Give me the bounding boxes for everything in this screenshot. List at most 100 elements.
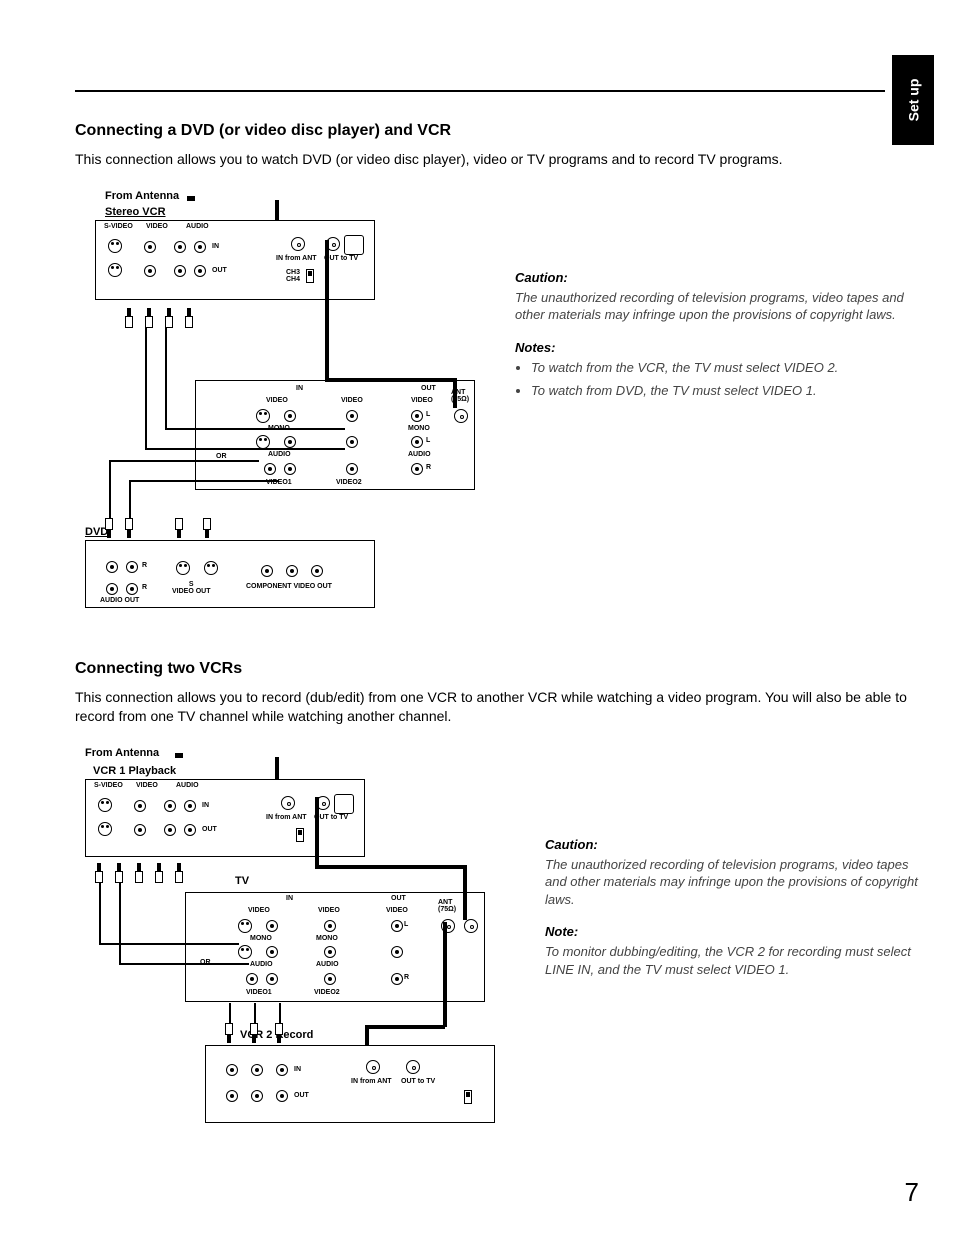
jack <box>346 436 358 448</box>
wire <box>119 963 249 965</box>
svideo-in <box>108 239 122 253</box>
lbl: OUT to TV <box>401 1078 435 1085</box>
jack <box>411 463 423 475</box>
lbl: AUDIO <box>316 961 339 968</box>
jack <box>324 946 336 958</box>
jack <box>264 463 276 475</box>
wire <box>254 1003 256 1023</box>
lbl-video: VIDEO <box>411 397 433 404</box>
jack <box>194 265 206 277</box>
notes-head: Notes: <box>515 340 924 355</box>
plug <box>125 518 133 538</box>
diagram-dvd-vcr: From Antenna Stereo VCR S-VIDEO VIDEO AU… <box>75 190 485 620</box>
top-rule <box>75 90 885 92</box>
note-item: To watch from the VCR, the TV must selec… <box>531 359 924 377</box>
jack <box>174 265 186 277</box>
wire <box>187 196 195 201</box>
jack <box>251 1064 263 1076</box>
caution-head: Caution: <box>515 270 924 285</box>
plug <box>225 1023 233 1043</box>
svid <box>98 798 112 812</box>
jack <box>261 565 273 577</box>
sw <box>464 1090 472 1104</box>
lbl-audio: AUDIO <box>268 451 291 458</box>
wire <box>275 757 279 779</box>
lbl: AUDIO <box>176 782 199 789</box>
sw <box>296 828 304 842</box>
lbl: OUT <box>294 1092 309 1099</box>
section1-title: Connecting a DVD (or video disc player) … <box>75 122 924 140</box>
plug <box>175 518 183 538</box>
jack <box>411 436 423 448</box>
page-number: 7 <box>905 1177 919 1208</box>
lbl: IN from ANT <box>351 1078 392 1085</box>
diagram-two-vcrs: From Antenna VCR 1 Playback S-VIDEO VIDE… <box>75 747 515 1147</box>
jack <box>284 463 296 475</box>
note-head2: Note: <box>545 924 924 939</box>
lbl-in: IN <box>296 385 303 392</box>
tv-svid1b <box>256 435 270 449</box>
jack <box>324 973 336 985</box>
jack <box>284 436 296 448</box>
lbl-ch34: CH3 CH4 <box>286 269 300 283</box>
jack <box>276 1064 288 1076</box>
wire <box>443 922 447 1027</box>
lbl: AUDIO <box>250 961 273 968</box>
wire <box>275 200 279 220</box>
jack <box>194 241 206 253</box>
note-item: To watch from DVD, the TV must select VI… <box>531 382 924 400</box>
wire <box>165 428 345 430</box>
section-tab-label: Set up <box>905 79 921 122</box>
plug <box>175 863 183 883</box>
lbl: VIDEO <box>248 907 270 914</box>
label-tv2: TV <box>235 875 249 887</box>
lbl-audio: AUDIO <box>408 451 431 458</box>
lbl: VIDEO2 <box>314 989 340 996</box>
lbl: IN <box>294 1066 301 1073</box>
jack <box>134 800 146 812</box>
section2-row: From Antenna VCR 1 Playback S-VIDEO VIDE… <box>75 747 924 1147</box>
tv-ant <box>454 409 468 423</box>
lbl-mono: MONO <box>408 425 430 432</box>
label-from-antenna2: From Antenna <box>85 747 159 759</box>
wire <box>325 378 455 382</box>
lbl-out: OUT <box>421 385 436 392</box>
wire <box>229 1003 231 1023</box>
lbl-l: L <box>426 411 430 418</box>
vcr-box: S-VIDEO VIDEO AUDIO IN OUT IN from ANT O… <box>95 220 375 300</box>
jack <box>251 1090 263 1102</box>
wire <box>129 480 131 518</box>
jack <box>144 265 156 277</box>
jack <box>184 824 196 836</box>
plug <box>203 518 211 538</box>
wire <box>365 1025 445 1029</box>
jack <box>311 565 323 577</box>
coax <box>464 919 478 933</box>
lbl-audioout: AUDIO OUT <box>100 597 139 604</box>
svid <box>238 919 252 933</box>
label-from-antenna: From Antenna <box>105 190 179 202</box>
jack <box>284 410 296 422</box>
plug <box>155 863 163 883</box>
jack <box>266 973 278 985</box>
lbl-infromant: IN from ANT <box>276 255 317 262</box>
lbl: OUT to TV <box>314 814 348 821</box>
lbl: OUT <box>202 826 217 833</box>
section2-notes: Caution: The unauthorized recording of t… <box>545 747 924 995</box>
lbl-l: L <box>426 437 430 444</box>
wire <box>463 865 467 920</box>
dvd-box: R R AUDIO OUT S VIDEO OUT COMPONENT VIDE… <box>85 540 375 608</box>
lbl: MONO <box>316 935 338 942</box>
lbl-audio: AUDIO <box>186 223 209 230</box>
wire <box>365 1025 369 1045</box>
tv2-box: IN OUT VIDEO VIDEO VIDEO ANT (75Ω) MONO … <box>185 892 485 1002</box>
jack <box>126 561 138 573</box>
plug <box>145 308 153 328</box>
lbl-video: VIDEO <box>341 397 363 404</box>
lbl: VIDEO <box>136 782 158 789</box>
dvd-svid2 <box>204 561 218 575</box>
lbl: MONO <box>250 935 272 942</box>
plug <box>115 863 123 883</box>
coax <box>406 1060 420 1074</box>
wire <box>109 460 259 462</box>
